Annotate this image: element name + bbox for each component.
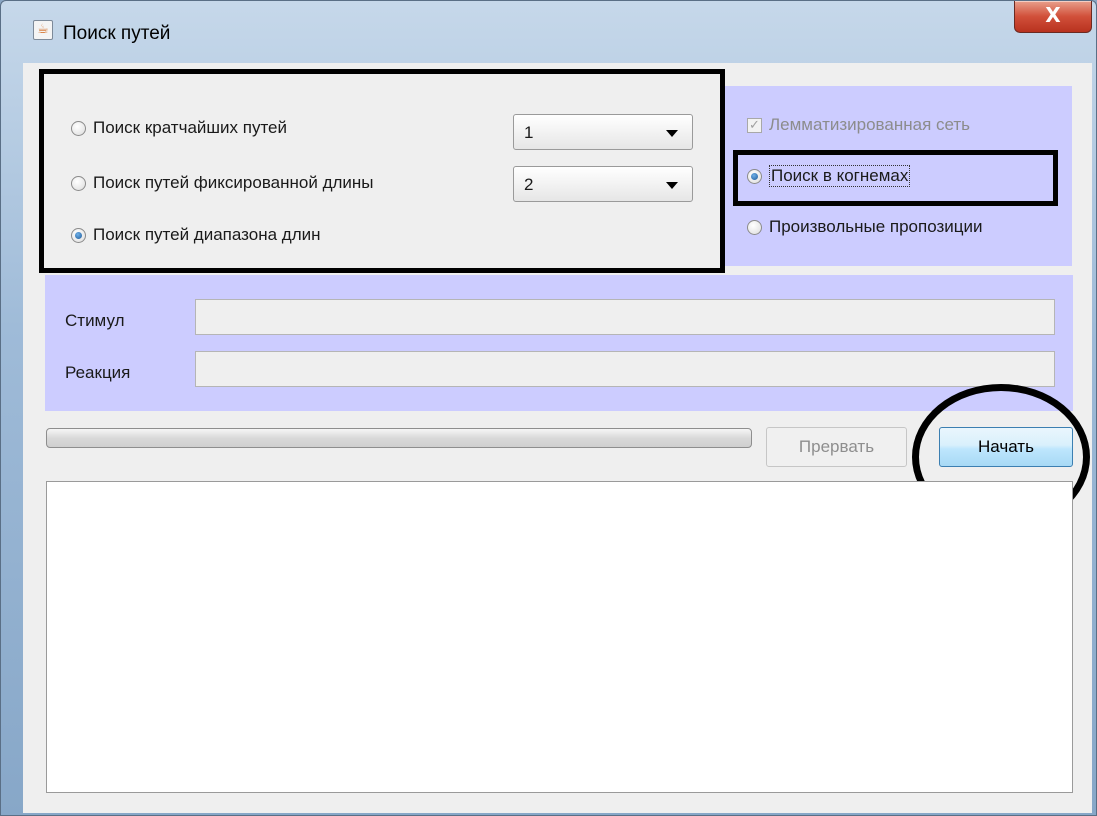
window-title: Поиск путей — [63, 23, 171, 44]
checkbox-checked-icon: ✓ — [747, 117, 762, 133]
progress-bar — [46, 428, 752, 448]
reaction-input[interactable] — [195, 351, 1055, 387]
radio-search-cognemes[interactable]: Поиск в когнемах — [747, 165, 911, 187]
results-output-area[interactable] — [46, 481, 1073, 793]
close-button[interactable]: X — [1014, 1, 1092, 33]
radio-button-selected-icon — [71, 227, 86, 243]
stimulus-reaction-panel: Стимул Реакция — [45, 275, 1073, 411]
combo-value: 2 — [524, 175, 534, 194]
radio-button-icon — [71, 120, 86, 136]
radio-fixed-length-label: Поиск путей фиксированной длины — [93, 173, 374, 192]
radio-arbitrary-propositions[interactable]: Произвольные пропозиции — [747, 217, 983, 237]
lemmatized-network-label: Лемматизированная сеть — [769, 115, 971, 134]
radio-shortest-paths[interactable]: Поиск кратчайших путей — [71, 118, 287, 138]
stimulus-input[interactable] — [195, 299, 1055, 335]
lemmatized-network-checkbox[interactable]: ✓ Лемматизированная сеть — [747, 115, 970, 135]
dialog-client-area: Поиск кратчайших путей Поиск путей фикси… — [23, 63, 1092, 813]
path-search-window: ☕ Поиск путей X Поиск кратчайших путей П… — [0, 0, 1097, 816]
radio-length-range[interactable]: Поиск путей диапазона длин — [71, 225, 321, 245]
radio-search-cognemes-label: Поиск в когнемах — [769, 165, 911, 187]
chevron-down-icon — [666, 182, 678, 189]
radio-shortest-paths-label: Поиск кратчайших путей — [93, 118, 288, 137]
radio-fixed-length[interactable]: Поиск путей фиксированной длины — [71, 173, 374, 193]
shortest-count-combobox[interactable]: 1 — [513, 114, 693, 150]
radio-arbitrary-propositions-label: Произвольные пропозиции — [769, 217, 983, 236]
radio-button-icon — [71, 175, 86, 191]
start-button[interactable]: Начать — [939, 427, 1073, 467]
java-coffee-cup-icon: ☕ — [33, 20, 53, 40]
radio-button-selected-icon — [747, 168, 762, 184]
title-bar[interactable]: ☕ Поиск путей X — [1, 1, 1096, 45]
abort-button[interactable]: Прервать — [766, 427, 907, 467]
fixed-length-combobox[interactable]: 2 — [513, 166, 693, 202]
radio-button-icon — [747, 219, 762, 235]
chevron-down-icon — [666, 130, 678, 137]
combo-value: 1 — [524, 123, 534, 142]
stimulus-label: Стимул — [65, 311, 125, 330]
radio-length-range-label: Поиск путей диапазона длин — [93, 225, 321, 244]
reaction-label: Реакция — [65, 363, 131, 382]
